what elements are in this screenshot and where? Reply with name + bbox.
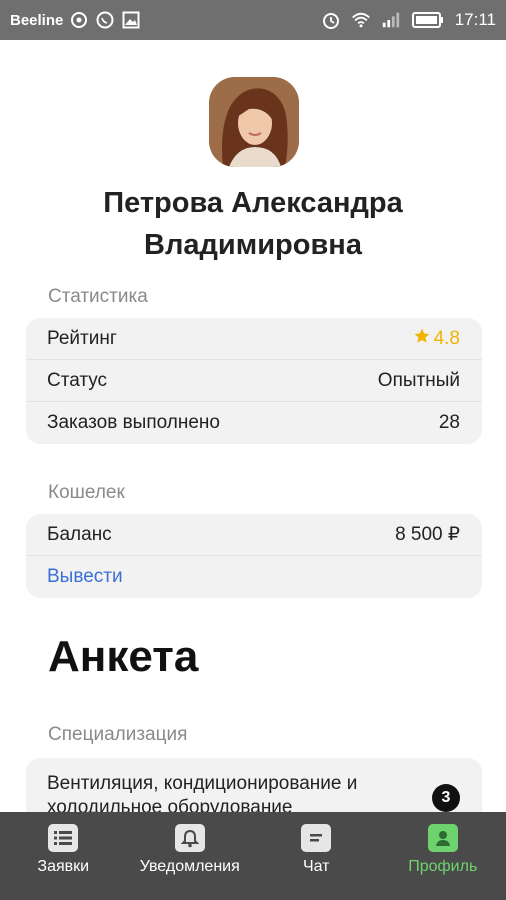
balance-value: 8 500 ₽ bbox=[395, 524, 460, 545]
chat-icon bbox=[301, 824, 332, 852]
statistics-card: Рейтинг 4.8 Статус Опытный Заказов выпол… bbox=[26, 318, 482, 444]
nav-item-profile[interactable]: Профиль bbox=[380, 812, 506, 900]
specialization-section-label: Специализация bbox=[48, 724, 188, 745]
rating-label: Рейтинг bbox=[47, 327, 117, 349]
bottom-navigation: Заявки Уведомления Чат Профиль bbox=[0, 812, 506, 900]
hotspot-icon bbox=[69, 10, 89, 30]
questionnaire-title: Анкета bbox=[48, 632, 199, 681]
status-bar: Beeline 17:11 bbox=[0, 0, 506, 40]
star-icon bbox=[413, 327, 431, 351]
battery-icon bbox=[411, 10, 445, 30]
carrier-label: Beeline bbox=[10, 11, 64, 29]
specialization-text: Вентиляция, кондиционирование и холодиль… bbox=[47, 773, 358, 812]
profile-icon bbox=[427, 824, 458, 852]
withdraw-link[interactable]: Вывести bbox=[47, 566, 123, 588]
clock-time: 17:11 bbox=[454, 10, 496, 29]
wallet-section-label: Кошелек bbox=[48, 482, 125, 503]
balance-row: Баланс 8 500 ₽ bbox=[26, 514, 482, 556]
nav-item-notifications[interactable]: Уведомления bbox=[127, 812, 254, 900]
avatar bbox=[209, 77, 299, 167]
wallet-card: Баланс 8 500 ₽ Вывести bbox=[26, 514, 482, 598]
balance-label: Баланс bbox=[47, 523, 112, 545]
alarm-icon bbox=[321, 10, 341, 30]
specialization-card[interactable]: Вентиляция, кондиционирование и холодиль… bbox=[26, 758, 482, 812]
statistics-section-label: Статистика bbox=[48, 286, 148, 307]
rating-value: 4.8 bbox=[433, 327, 460, 349]
orders-label: Заказов выполнено bbox=[47, 412, 220, 433]
nav-label-chat: Чат bbox=[302, 858, 330, 875]
image-icon bbox=[121, 10, 141, 30]
list-icon bbox=[48, 824, 79, 852]
wifi-icon bbox=[351, 10, 371, 30]
bell-icon bbox=[174, 824, 205, 852]
orders-row: Заказов выполнено 28 bbox=[26, 402, 482, 444]
nav-item-chat[interactable]: Чат bbox=[253, 812, 380, 900]
rating-value-group: 4.8 bbox=[413, 327, 460, 351]
status-row: Статус Опытный bbox=[26, 360, 482, 402]
withdraw-row[interactable]: Вывести bbox=[26, 556, 482, 598]
signal-icon bbox=[381, 10, 401, 30]
whatsapp-icon bbox=[95, 10, 115, 30]
status-label: Статус bbox=[47, 369, 108, 391]
orders-value: 28 bbox=[438, 412, 460, 433]
nav-label-profile: Профиль bbox=[408, 858, 478, 875]
nav-item-requests[interactable]: Заявки bbox=[0, 812, 127, 900]
nav-label-requests: Заявки bbox=[37, 858, 90, 875]
status-value: Опытный bbox=[377, 369, 460, 391]
profile-name: Петрова Александра Владимировна bbox=[103, 187, 403, 261]
nav-label-notifications: Уведомления bbox=[139, 858, 240, 875]
specialization-count-badge: 3 bbox=[432, 784, 460, 812]
profile-content[interactable]: Петрова Александра Владимировна Статисти… bbox=[0, 40, 506, 812]
rating-row: Рейтинг 4.8 bbox=[26, 318, 482, 360]
